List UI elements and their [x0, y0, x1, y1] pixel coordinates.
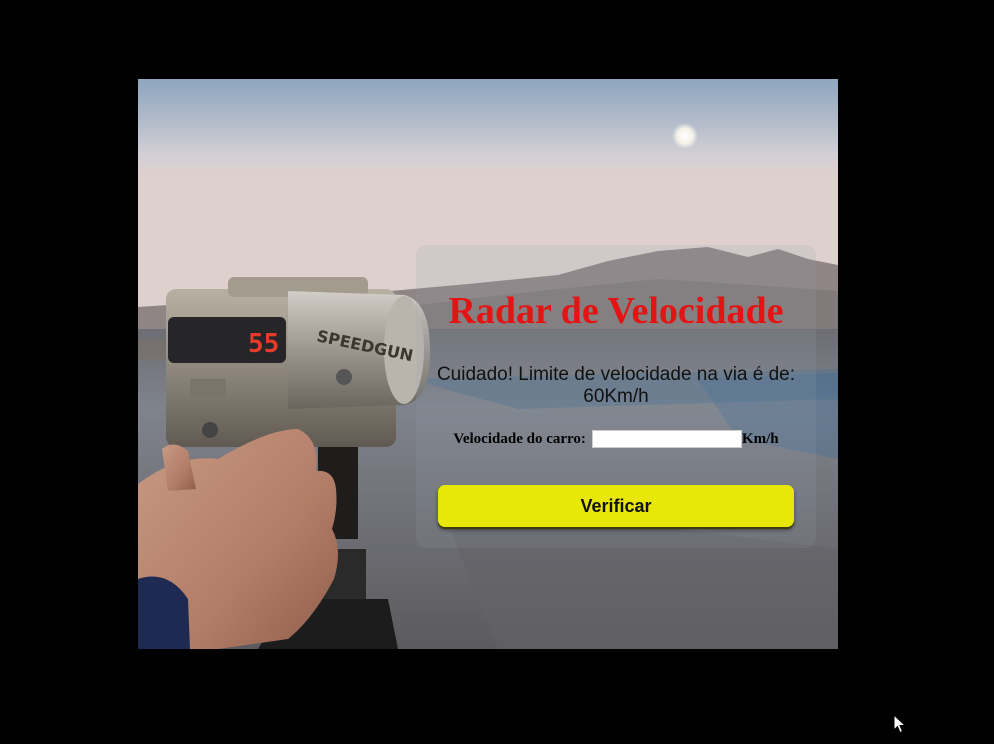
- speed-limit-warning: Cuidado! Limite de velocidade na via é d…: [436, 364, 796, 407]
- radar-display-digits: 55: [248, 329, 279, 359]
- mouse-pointer-icon: [893, 714, 907, 734]
- speed-unit-label: Km/h: [741, 430, 779, 447]
- verify-button[interactable]: Verificar: [438, 485, 794, 527]
- speed-label: Velocidade do carro:: [453, 430, 586, 447]
- speed-input-row: Velocidade do carro: Km/h: [416, 430, 816, 448]
- car-speed-input[interactable]: [591, 430, 742, 448]
- page-title: Radar de Velocidade: [448, 290, 784, 332]
- radar-app-stage: 55 SPEEDGUN Radar de Velocidade Cuidado!…: [138, 79, 838, 649]
